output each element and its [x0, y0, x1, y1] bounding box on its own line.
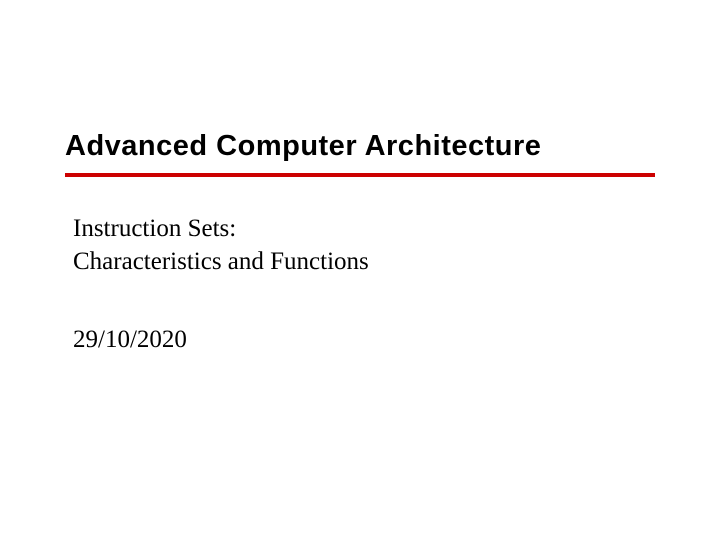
title-divider: [65, 173, 655, 177]
subtitle-line-2: Characteristics and Functions: [73, 246, 655, 279]
subtitle-line-1: Instruction Sets:: [73, 213, 655, 246]
slide-date: 29/10/2020: [73, 326, 655, 354]
slide-container: Advanced Computer Architecture Instructi…: [0, 0, 720, 540]
slide-title: Advanced Computer Architecture: [65, 130, 655, 171]
slide-subtitle: Instruction Sets: Characteristics and Fu…: [73, 213, 655, 278]
